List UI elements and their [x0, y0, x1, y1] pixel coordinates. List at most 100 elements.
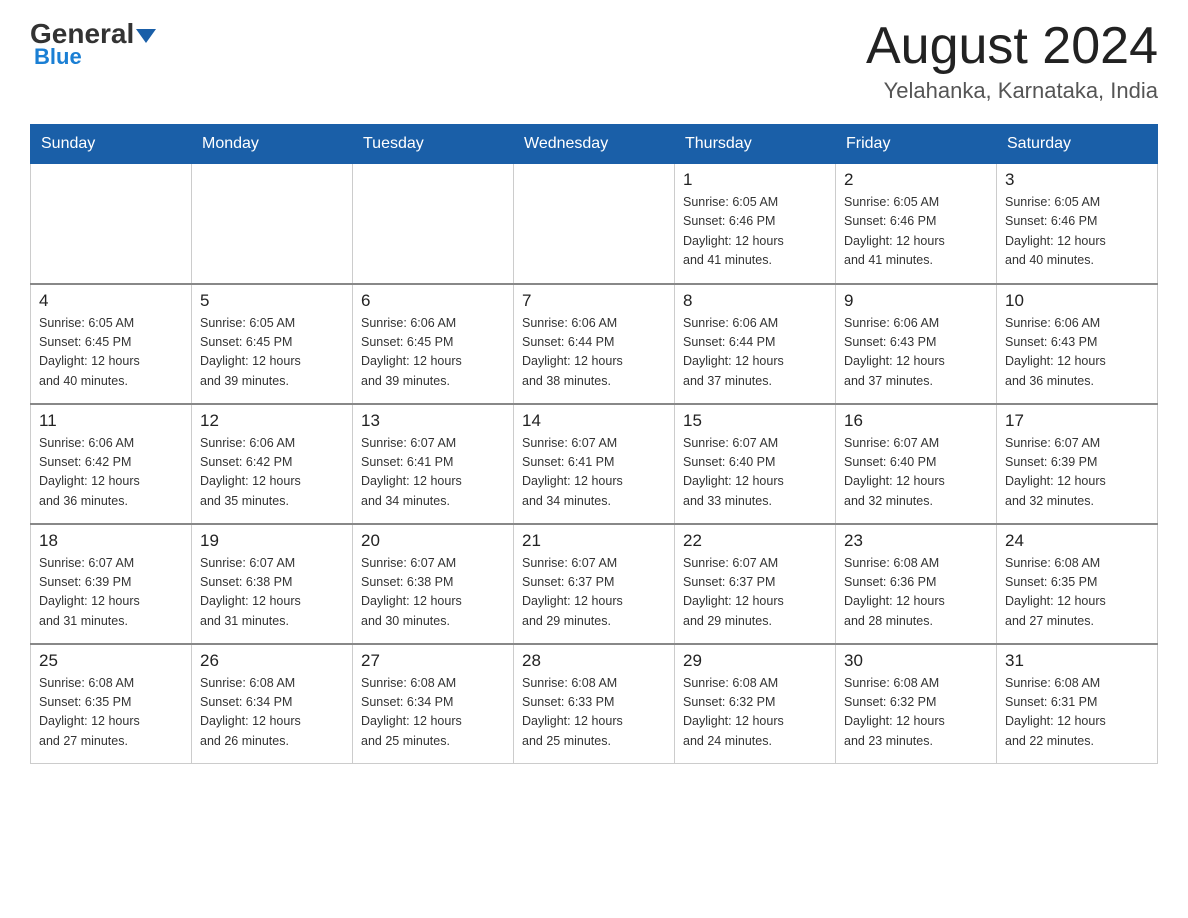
calendar-cell: 22 Sunrise: 6:07 AMSunset: 6:37 PMDayligh… — [675, 524, 836, 644]
calendar-table: SundayMondayTuesdayWednesdayThursdayFrid… — [30, 124, 1158, 764]
location-title: Yelahanka, Karnataka, India — [866, 78, 1158, 104]
calendar-cell: 28 Sunrise: 6:08 AMSunset: 6:33 PMDayligh… — [514, 644, 675, 764]
day-number: 9 — [844, 291, 988, 311]
day-info: Sunrise: 6:08 AMSunset: 6:34 PMDaylight:… — [200, 674, 344, 752]
header-day-friday: Friday — [836, 125, 997, 164]
calendar-cell: 24 Sunrise: 6:08 AMSunset: 6:35 PMDayligh… — [997, 524, 1158, 644]
calendar-cell: 23 Sunrise: 6:08 AMSunset: 6:36 PMDayligh… — [836, 524, 997, 644]
day-info: Sunrise: 6:05 AMSunset: 6:46 PMDaylight:… — [844, 193, 988, 271]
day-info: Sunrise: 6:07 AMSunset: 6:37 PMDaylight:… — [683, 554, 827, 632]
logo-blue: Blue — [34, 44, 82, 70]
day-number: 23 — [844, 531, 988, 551]
day-info: Sunrise: 6:07 AMSunset: 6:40 PMDaylight:… — [683, 434, 827, 512]
day-info: Sunrise: 6:06 AMSunset: 6:44 PMDaylight:… — [522, 314, 666, 392]
day-number: 12 — [200, 411, 344, 431]
day-info: Sunrise: 6:07 AMSunset: 6:38 PMDaylight:… — [200, 554, 344, 632]
day-info: Sunrise: 6:05 AMSunset: 6:46 PMDaylight:… — [683, 193, 827, 271]
day-number: 29 — [683, 651, 827, 671]
day-info: Sunrise: 6:06 AMSunset: 6:44 PMDaylight:… — [683, 314, 827, 392]
day-info: Sunrise: 6:06 AMSunset: 6:42 PMDaylight:… — [39, 434, 183, 512]
day-number: 8 — [683, 291, 827, 311]
day-info: Sunrise: 6:08 AMSunset: 6:35 PMDaylight:… — [39, 674, 183, 752]
calendar-cell: 8 Sunrise: 6:06 AMSunset: 6:44 PMDaylight… — [675, 284, 836, 404]
day-info: Sunrise: 6:06 AMSunset: 6:45 PMDaylight:… — [361, 314, 505, 392]
day-info: Sunrise: 6:05 AMSunset: 6:45 PMDaylight:… — [39, 314, 183, 392]
day-number: 24 — [1005, 531, 1149, 551]
day-number: 27 — [361, 651, 505, 671]
calendar-header-row: SundayMondayTuesdayWednesdayThursdayFrid… — [31, 125, 1158, 164]
day-info: Sunrise: 6:07 AMSunset: 6:39 PMDaylight:… — [39, 554, 183, 632]
day-number: 21 — [522, 531, 666, 551]
title-area: August 2024 Yelahanka, Karnataka, India — [866, 20, 1158, 104]
day-number: 18 — [39, 531, 183, 551]
header-day-thursday: Thursday — [675, 125, 836, 164]
day-info: Sunrise: 6:08 AMSunset: 6:31 PMDaylight:… — [1005, 674, 1149, 752]
calendar-cell: 21 Sunrise: 6:07 AMSunset: 6:37 PMDayligh… — [514, 524, 675, 644]
day-number: 25 — [39, 651, 183, 671]
calendar-cell: 2Sunrise: 6:05 AMSunset: 6:46 PMDaylight… — [836, 164, 997, 284]
day-info: Sunrise: 6:07 AMSunset: 6:41 PMDaylight:… — [361, 434, 505, 512]
calendar-cell: 17 Sunrise: 6:07 AMSunset: 6:39 PMDayligh… — [997, 404, 1158, 524]
day-info: Sunrise: 6:08 AMSunset: 6:34 PMDaylight:… — [361, 674, 505, 752]
day-number: 7 — [522, 291, 666, 311]
calendar-cell: 12 Sunrise: 6:06 AMSunset: 6:42 PMDayligh… — [192, 404, 353, 524]
calendar-week-4: 18 Sunrise: 6:07 AMSunset: 6:39 PMDayligh… — [31, 524, 1158, 644]
day-info: Sunrise: 6:06 AMSunset: 6:42 PMDaylight:… — [200, 434, 344, 512]
calendar-cell: 4 Sunrise: 6:05 AMSunset: 6:45 PMDaylight… — [31, 284, 192, 404]
day-number: 26 — [200, 651, 344, 671]
calendar-cell: 14Sunrise: 6:07 AMSunset: 6:41 PMDayligh… — [514, 404, 675, 524]
day-number: 17 — [1005, 411, 1149, 431]
day-info: Sunrise: 6:05 AMSunset: 6:46 PMDaylight:… — [1005, 193, 1149, 271]
day-info: Sunrise: 6:08 AMSunset: 6:32 PMDaylight:… — [844, 674, 988, 752]
day-number: 13 — [361, 411, 505, 431]
day-info: Sunrise: 6:06 AMSunset: 6:43 PMDaylight:… — [844, 314, 988, 392]
day-info: Sunrise: 6:07 AMSunset: 6:40 PMDaylight:… — [844, 434, 988, 512]
calendar-cell: 9 Sunrise: 6:06 AMSunset: 6:43 PMDaylight… — [836, 284, 997, 404]
calendar-cell — [514, 164, 675, 284]
day-info: Sunrise: 6:07 AMSunset: 6:38 PMDaylight:… — [361, 554, 505, 632]
calendar-cell: 26 Sunrise: 6:08 AMSunset: 6:34 PMDayligh… — [192, 644, 353, 764]
calendar-cell: 19 Sunrise: 6:07 AMSunset: 6:38 PMDayligh… — [192, 524, 353, 644]
calendar-cell: 3 Sunrise: 6:05 AMSunset: 6:46 PMDaylight… — [997, 164, 1158, 284]
day-number: 10 — [1005, 291, 1149, 311]
calendar-cell: 10 Sunrise: 6:06 AMSunset: 6:43 PMDayligh… — [997, 284, 1158, 404]
calendar-cell: 25 Sunrise: 6:08 AMSunset: 6:35 PMDayligh… — [31, 644, 192, 764]
day-number: 6 — [361, 291, 505, 311]
calendar-week-1: 1 Sunrise: 6:05 AMSunset: 6:46 PMDaylight… — [31, 164, 1158, 284]
header-day-wednesday: Wednesday — [514, 125, 675, 164]
header-day-sunday: Sunday — [31, 125, 192, 164]
day-info: Sunrise: 6:06 AMSunset: 6:43 PMDaylight:… — [1005, 314, 1149, 392]
calendar-cell: 5Sunrise: 6:05 AMSunset: 6:45 PMDaylight… — [192, 284, 353, 404]
calendar-cell: 16Sunrise: 6:07 AMSunset: 6:40 PMDayligh… — [836, 404, 997, 524]
day-number: 1 — [683, 170, 827, 190]
day-info: Sunrise: 6:07 AMSunset: 6:39 PMDaylight:… — [1005, 434, 1149, 512]
calendar-cell: 18 Sunrise: 6:07 AMSunset: 6:39 PMDayligh… — [31, 524, 192, 644]
day-number: 22 — [683, 531, 827, 551]
logo-triangle-icon — [136, 29, 156, 43]
calendar-cell: 15 Sunrise: 6:07 AMSunset: 6:40 PMDayligh… — [675, 404, 836, 524]
day-info: Sunrise: 6:08 AMSunset: 6:36 PMDaylight:… — [844, 554, 988, 632]
calendar-cell: 11 Sunrise: 6:06 AMSunset: 6:42 PMDayligh… — [31, 404, 192, 524]
calendar-cell: 6 Sunrise: 6:06 AMSunset: 6:45 PMDaylight… — [353, 284, 514, 404]
calendar-cell: 27 Sunrise: 6:08 AMSunset: 6:34 PMDayligh… — [353, 644, 514, 764]
day-number: 4 — [39, 291, 183, 311]
day-number: 11 — [39, 411, 183, 431]
calendar-cell — [353, 164, 514, 284]
day-info: Sunrise: 6:07 AMSunset: 6:37 PMDaylight:… — [522, 554, 666, 632]
calendar-cell — [31, 164, 192, 284]
day-number: 15 — [683, 411, 827, 431]
day-number: 5 — [200, 291, 344, 311]
day-info: Sunrise: 6:08 AMSunset: 6:35 PMDaylight:… — [1005, 554, 1149, 632]
day-number: 3 — [1005, 170, 1149, 190]
calendar-week-5: 25 Sunrise: 6:08 AMSunset: 6:35 PMDayligh… — [31, 644, 1158, 764]
day-number: 30 — [844, 651, 988, 671]
calendar-cell: 29 Sunrise: 6:08 AMSunset: 6:32 PMDayligh… — [675, 644, 836, 764]
day-number: 28 — [522, 651, 666, 671]
header-day-monday: Monday — [192, 125, 353, 164]
day-info: Sunrise: 6:08 AMSunset: 6:32 PMDaylight:… — [683, 674, 827, 752]
day-number: 14 — [522, 411, 666, 431]
day-info: Sunrise: 6:08 AMSunset: 6:33 PMDaylight:… — [522, 674, 666, 752]
month-title: August 2024 — [866, 20, 1158, 72]
calendar-cell: 31Sunrise: 6:08 AMSunset: 6:31 PMDayligh… — [997, 644, 1158, 764]
day-number: 19 — [200, 531, 344, 551]
